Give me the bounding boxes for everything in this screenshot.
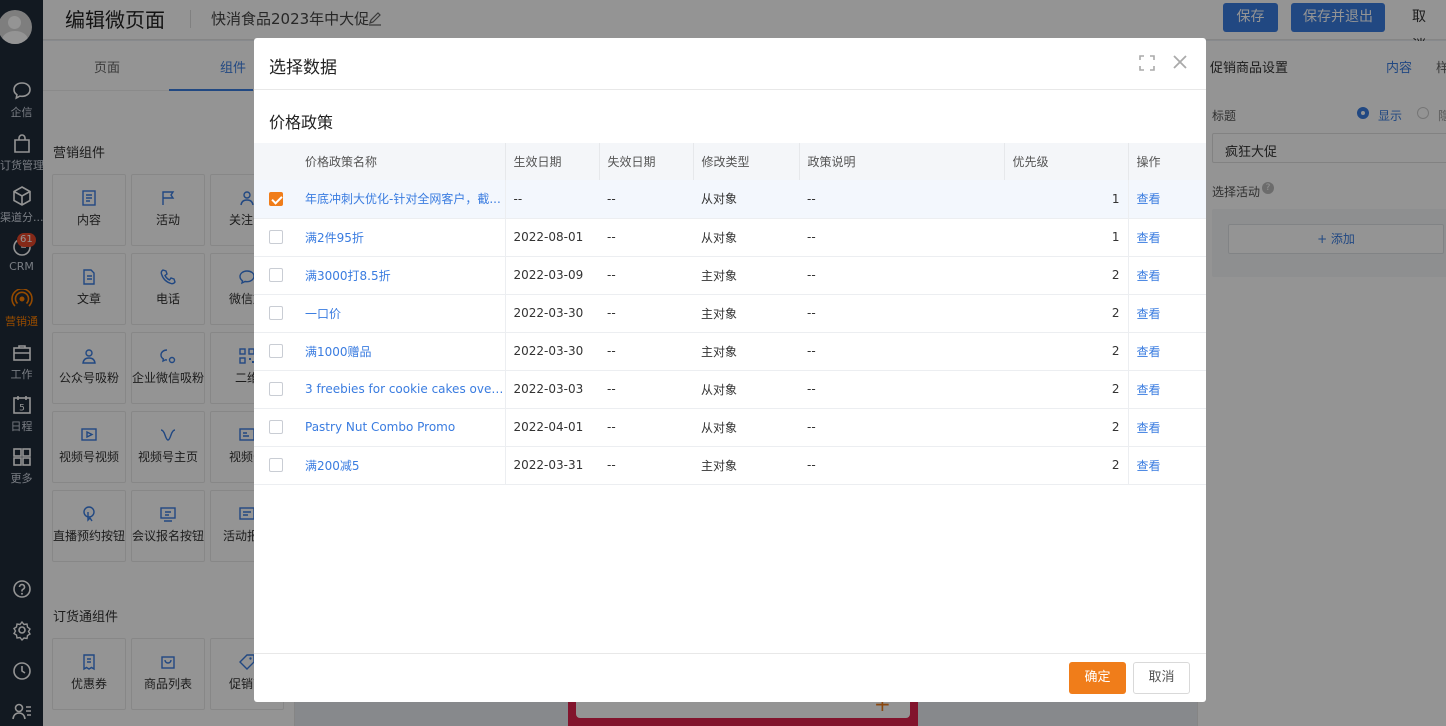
row-checkbox[interactable] [269, 382, 283, 397]
modify-type: 主对象 [693, 332, 799, 371]
modal-footer: 确定 取消 [254, 653, 1206, 702]
end-date: -- [599, 370, 693, 409]
policy-desc: -- [799, 218, 1004, 257]
table-row[interactable]: 3 freebies for cookie cakes over 1000 20… [254, 370, 1206, 409]
modify-type: 主对象 [693, 256, 799, 295]
row-checkbox[interactable] [269, 306, 283, 321]
column-header: 修改类型 [693, 143, 800, 180]
policy-desc: -- [799, 180, 1004, 219]
modal-cancel-button[interactable]: 取消 [1133, 662, 1190, 694]
priority: 2 [1004, 294, 1129, 333]
price-policy-table: 价格政策名称 生效日期 失效日期 修改类型 政策说明 优先级 操作 年底冲刺大优… [254, 143, 1206, 485]
policy-name[interactable]: 年底冲刺大优化-针对全网客户，截... [297, 180, 506, 219]
view-link[interactable]: 查看 [1128, 218, 1206, 257]
row-checkbox[interactable] [269, 268, 283, 283]
end-date: -- [599, 408, 693, 447]
start-date: 2022-03-03 [505, 370, 599, 409]
end-date: -- [599, 180, 693, 219]
view-link[interactable]: 查看 [1128, 446, 1206, 485]
row-checkbox-cell [254, 446, 297, 485]
view-link[interactable]: 查看 [1128, 256, 1206, 295]
select-data-modal: 选择数据 价格政策 价格政策名称 生效日期 失效日期 修改类型 政策说明 优先级… [254, 38, 1206, 702]
close-icon[interactable] [1172, 54, 1188, 70]
column-header: 失效日期 [599, 143, 694, 180]
modal-header: 选择数据 [254, 38, 1206, 90]
modal-title: 选择数据 [269, 58, 337, 78]
modify-type: 从对象 [693, 370, 799, 409]
modal-subtitle: 价格政策 [269, 113, 334, 132]
fullscreen-icon[interactable] [1138, 54, 1156, 72]
confirm-button[interactable]: 确定 [1069, 662, 1126, 694]
modify-type: 主对象 [693, 294, 799, 333]
view-link[interactable]: 查看 [1128, 332, 1206, 371]
start-date: -- [505, 180, 599, 219]
policy-desc: -- [799, 370, 1004, 409]
priority: 2 [1004, 446, 1129, 485]
column-header: 优先级 [1004, 143, 1129, 180]
priority: 2 [1004, 256, 1129, 295]
view-link[interactable]: 查看 [1128, 180, 1206, 219]
end-date: -- [599, 294, 693, 333]
start-date: 2022-03-30 [505, 332, 599, 371]
row-checkbox-cell [254, 294, 297, 333]
priority: 2 [1004, 408, 1129, 447]
table-row[interactable]: 满3000打8.5折 2022-03-09 -- 主对象 -- 2 查看 [254, 256, 1206, 295]
table-row[interactable]: 年底冲刺大优化-针对全网客户，截... -- -- 从对象 -- 1 查看 [254, 180, 1206, 219]
row-checkbox[interactable] [269, 344, 283, 359]
row-checkbox[interactable] [269, 458, 283, 473]
table-header-row: 价格政策名称 生效日期 失效日期 修改类型 政策说明 优先级 操作 [254, 143, 1206, 180]
policy-name[interactable]: 满2件95折 [297, 218, 506, 257]
policy-name[interactable]: 3 freebies for cookie cakes over 1000 [297, 370, 506, 409]
priority: 1 [1004, 218, 1129, 257]
start-date: 2022-04-01 [505, 408, 599, 447]
policy-name[interactable]: 满200减5 [297, 446, 506, 485]
priority: 2 [1004, 370, 1129, 409]
header-checkbox-cell [254, 143, 297, 180]
modify-type: 从对象 [693, 218, 799, 257]
end-date: -- [599, 332, 693, 371]
column-header: 生效日期 [505, 143, 600, 180]
row-checkbox-cell [254, 218, 297, 257]
column-header: 价格政策名称 [297, 143, 506, 180]
row-checkbox[interactable] [269, 230, 283, 245]
table-row[interactable]: Pastry Nut Combo Promo 2022-04-01 -- 从对象… [254, 408, 1206, 447]
policy-name[interactable]: 一口价 [297, 294, 506, 333]
policy-name[interactable]: Pastry Nut Combo Promo [297, 408, 506, 447]
modify-type: 从对象 [693, 408, 799, 447]
table-row[interactable]: 满2件95折 2022-08-01 -- 从对象 -- 1 查看 [254, 218, 1206, 257]
modify-type: 从对象 [693, 180, 799, 219]
column-header: 政策说明 [799, 143, 1005, 180]
priority: 1 [1004, 180, 1129, 219]
start-date: 2022-03-30 [505, 294, 599, 333]
policy-name[interactable]: 满1000赠品 [297, 332, 506, 371]
table-row[interactable]: 一口价 2022-03-30 -- 主对象 -- 2 查看 [254, 294, 1206, 333]
row-checkbox-cell [254, 332, 297, 371]
policy-name[interactable]: 满3000打8.5折 [297, 256, 506, 295]
start-date: 2022-08-01 [505, 218, 599, 257]
column-header: 操作 [1128, 143, 1206, 180]
row-checkbox-cell [254, 180, 297, 219]
row-checkbox-cell [254, 256, 297, 295]
row-checkbox-cell [254, 408, 297, 447]
policy-desc: -- [799, 408, 1004, 447]
policy-desc: -- [799, 332, 1004, 371]
policy-desc: -- [799, 294, 1004, 333]
end-date: -- [599, 446, 693, 485]
row-checkbox[interactable] [269, 420, 283, 435]
view-link[interactable]: 查看 [1128, 370, 1206, 409]
start-date: 2022-03-31 [505, 446, 599, 485]
end-date: -- [599, 256, 693, 295]
row-checkbox[interactable] [269, 192, 283, 206]
priority: 2 [1004, 332, 1129, 371]
modify-type: 主对象 [693, 446, 799, 485]
view-link[interactable]: 查看 [1128, 408, 1206, 447]
view-link[interactable]: 查看 [1128, 294, 1206, 333]
table-row[interactable]: 满1000赠品 2022-03-30 -- 主对象 -- 2 查看 [254, 332, 1206, 371]
policy-desc: -- [799, 256, 1004, 295]
policy-desc: -- [799, 446, 1004, 485]
start-date: 2022-03-09 [505, 256, 599, 295]
end-date: -- [599, 218, 693, 257]
row-checkbox-cell [254, 370, 297, 409]
table-row[interactable]: 满200减5 2022-03-31 -- 主对象 -- 2 查看 [254, 446, 1206, 485]
